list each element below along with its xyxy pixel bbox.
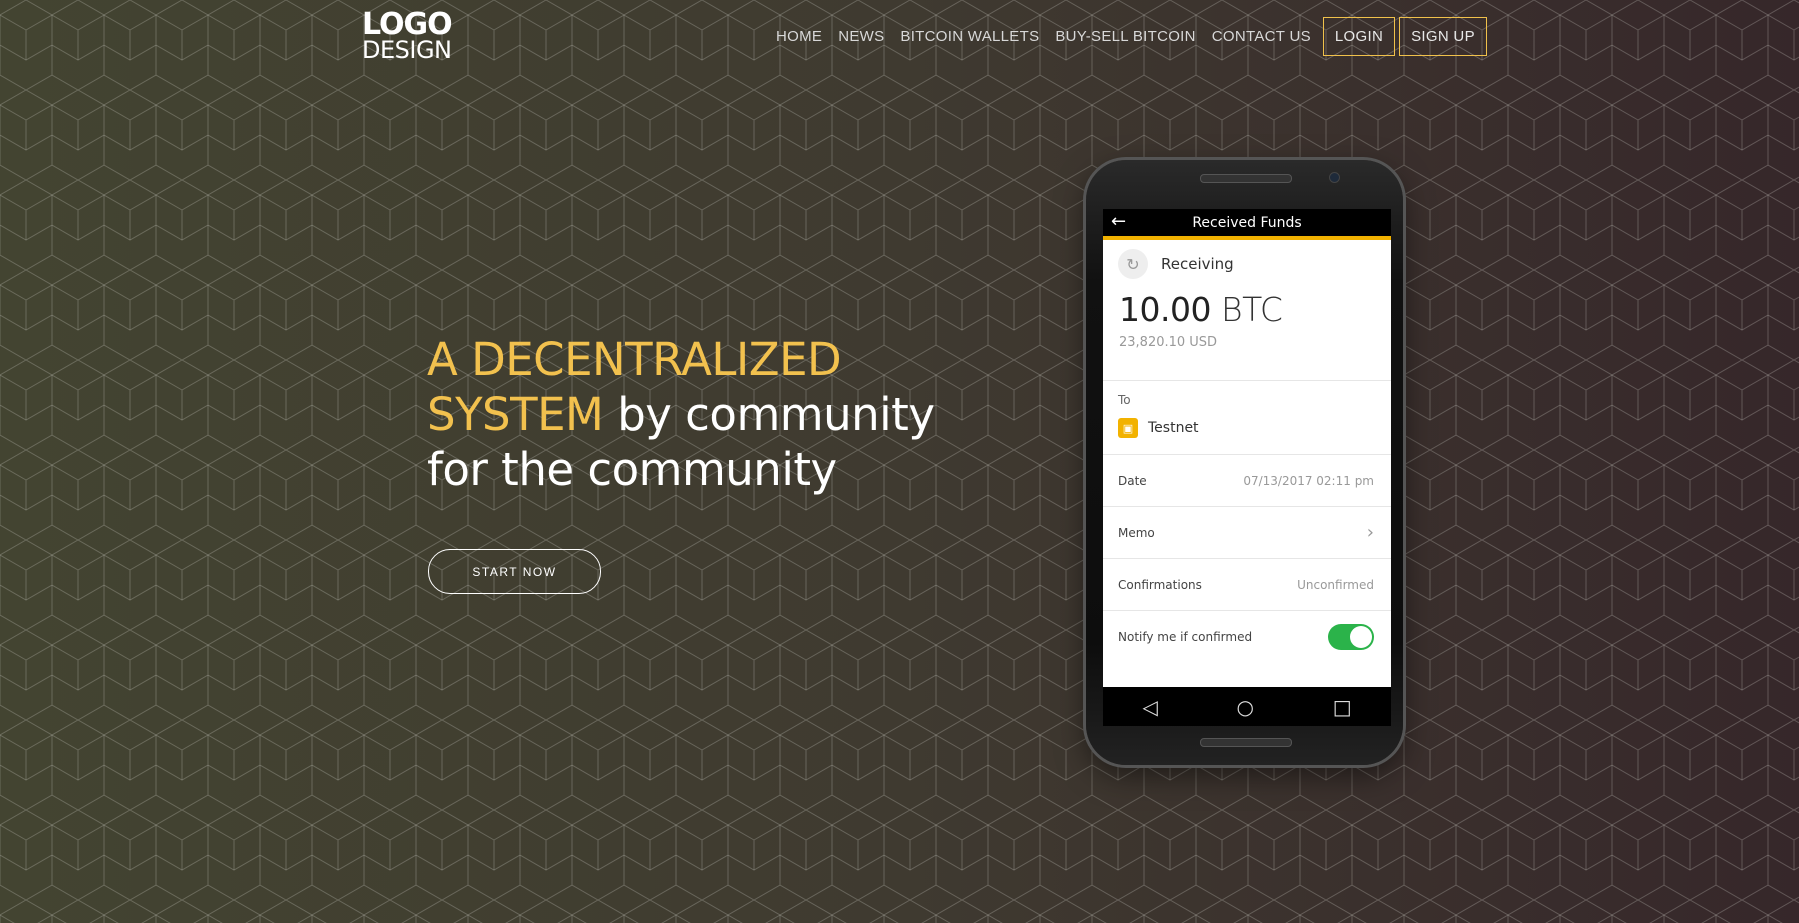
hero-text-line3: for the community [427,443,837,496]
amount-unit: BTC [1220,290,1283,329]
to-label: To [1118,393,1131,407]
receiving-status: ↻ Receiving [1103,240,1391,280]
notify-toggle[interactable] [1328,623,1374,650]
refresh-icon: ↻ [1118,249,1148,279]
wallet-row[interactable]: ▣ Testnet [1103,407,1391,439]
phone-camera [1329,172,1340,183]
home-circle-icon[interactable]: ○ [1237,695,1254,719]
usd-amount: 23,820.10 USD [1119,335,1218,350]
phone-speaker [1200,174,1292,183]
date-label: Date [1118,473,1147,488]
back-triangle-icon[interactable]: ◁ [1142,695,1157,719]
confirmations-value: Unconfirmed [1297,577,1374,592]
receiving-label: Receiving [1161,255,1234,273]
logo-line2: DESIGN [362,36,452,64]
memo-label: Memo [1118,525,1155,540]
notify-label: Notify me if confirmed [1118,629,1253,644]
wallet-name: Testnet [1148,420,1199,436]
confirmations-label: Confirmations [1118,577,1202,592]
confirmations-row: Confirmations Unconfirmed [1103,558,1391,610]
toggle-knob [1350,625,1372,648]
nav-contact-us[interactable]: CONTACT US [1212,28,1311,45]
nav-home[interactable]: HOME [776,28,822,45]
nav-bitcoin-wallets[interactable]: BITCOIN WALLETS [900,28,1039,45]
android-nav-bar: ◁ ○ □ [1103,687,1391,726]
phone-mockup: ← Received Funds ↻ Receiving 10.00 BTC 2… [1086,160,1403,765]
nav-buy-sell-bitcoin[interactable]: BUY-SELL BITCOIN [1055,28,1195,45]
date-row: Date 07/13/2017 02:11 pm [1103,454,1391,506]
hero-accent-line1: A DECENTRALIZED [427,333,842,386]
hero-text-line2: by community [617,388,935,441]
memo-row[interactable]: Memo › [1103,506,1391,558]
signup-button[interactable]: SIGN UP [1399,16,1487,56]
main-nav: HOME NEWS BITCOIN WALLETS BUY-SELL BITCO… [772,16,1489,56]
back-arrow-icon[interactable]: ← [1111,211,1126,232]
app-bar-title: Received Funds [1192,214,1302,231]
start-now-button[interactable]: START NOW [428,549,601,594]
nav-news[interactable]: NEWS [838,28,884,45]
login-button[interactable]: LOGIN [1322,16,1396,56]
recents-square-icon[interactable]: □ [1333,695,1352,719]
phone-bottom-speaker [1200,738,1292,747]
phone-screen: ← Received Funds ↻ Receiving 10.00 BTC 2… [1103,209,1391,726]
btc-amount: 10.00 BTC [1103,280,1391,329]
wallet-icon: ▣ [1118,418,1138,438]
date-value: 07/13/2017 02:11 pm [1243,473,1374,488]
notify-row: Notify me if confirmed [1103,610,1391,662]
hero-accent-line2: SYSTEM [427,388,604,441]
chevron-right-icon: › [1366,522,1374,543]
logo[interactable]: LOGO DESIGN [362,10,453,64]
amount-value: 10.00 [1119,290,1211,329]
hero-heading: A DECENTRALIZED SYSTEM by community for … [427,332,935,497]
app-bar: ← Received Funds [1103,209,1391,240]
